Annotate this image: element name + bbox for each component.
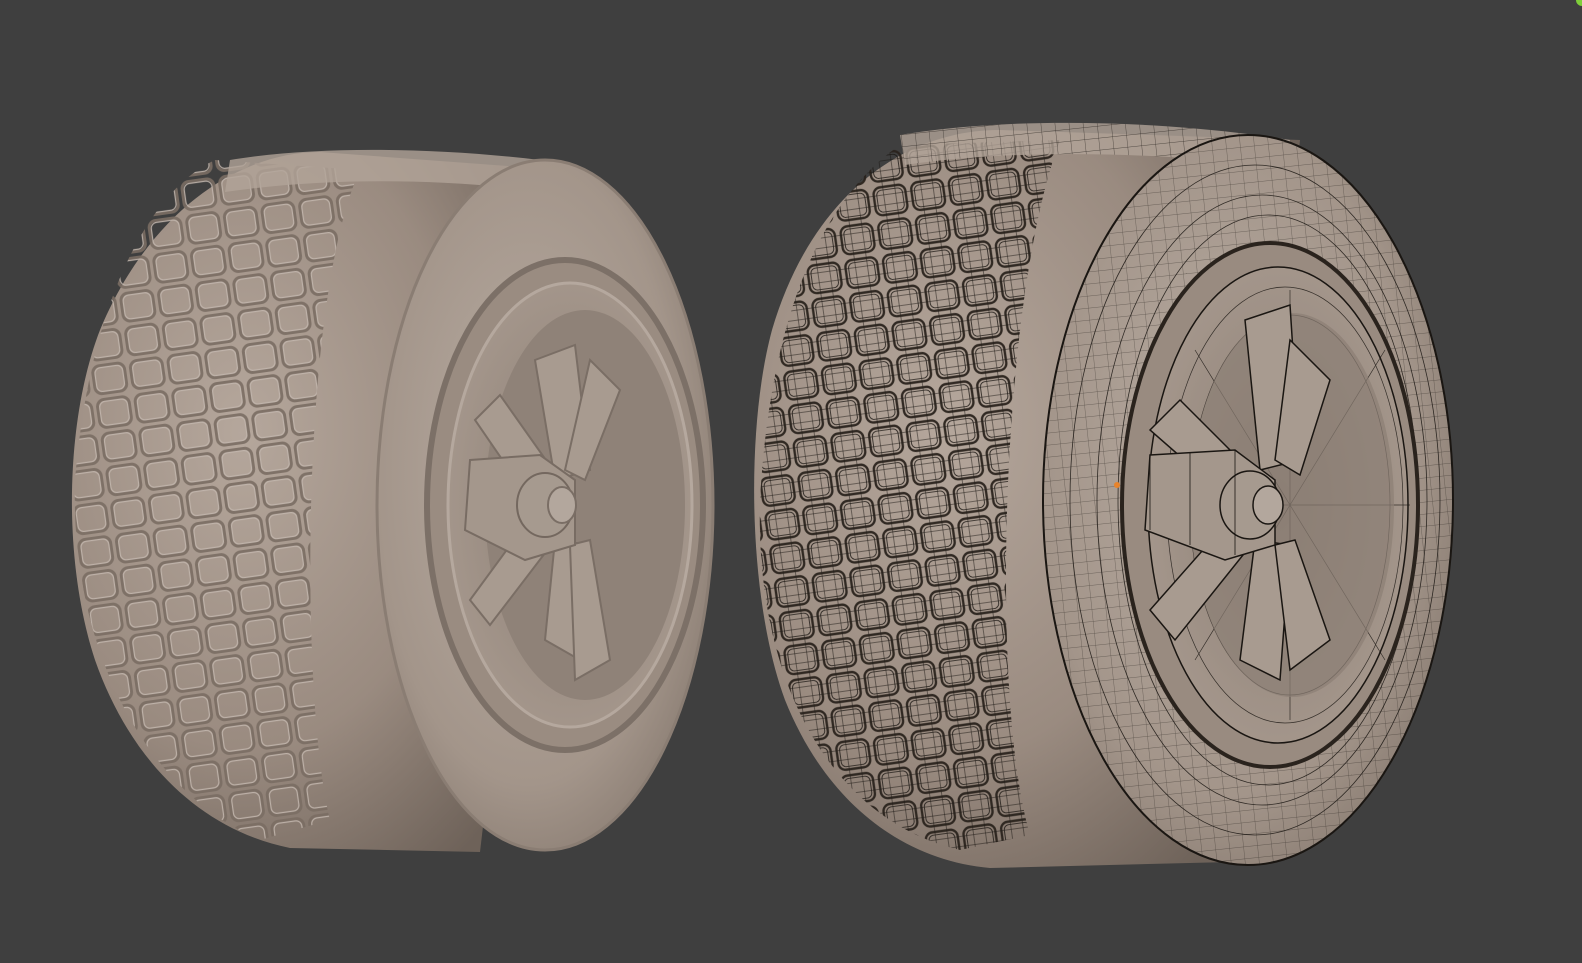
wheel-left-smooth[interactable] — [60, 140, 715, 860]
viewport-canvas[interactable] — [0, 0, 1582, 963]
3d-viewport[interactable] — [0, 0, 1582, 963]
selected-vertex[interactable] — [1114, 482, 1120, 488]
wheel-right-wireframe[interactable] — [740, 120, 1454, 880]
